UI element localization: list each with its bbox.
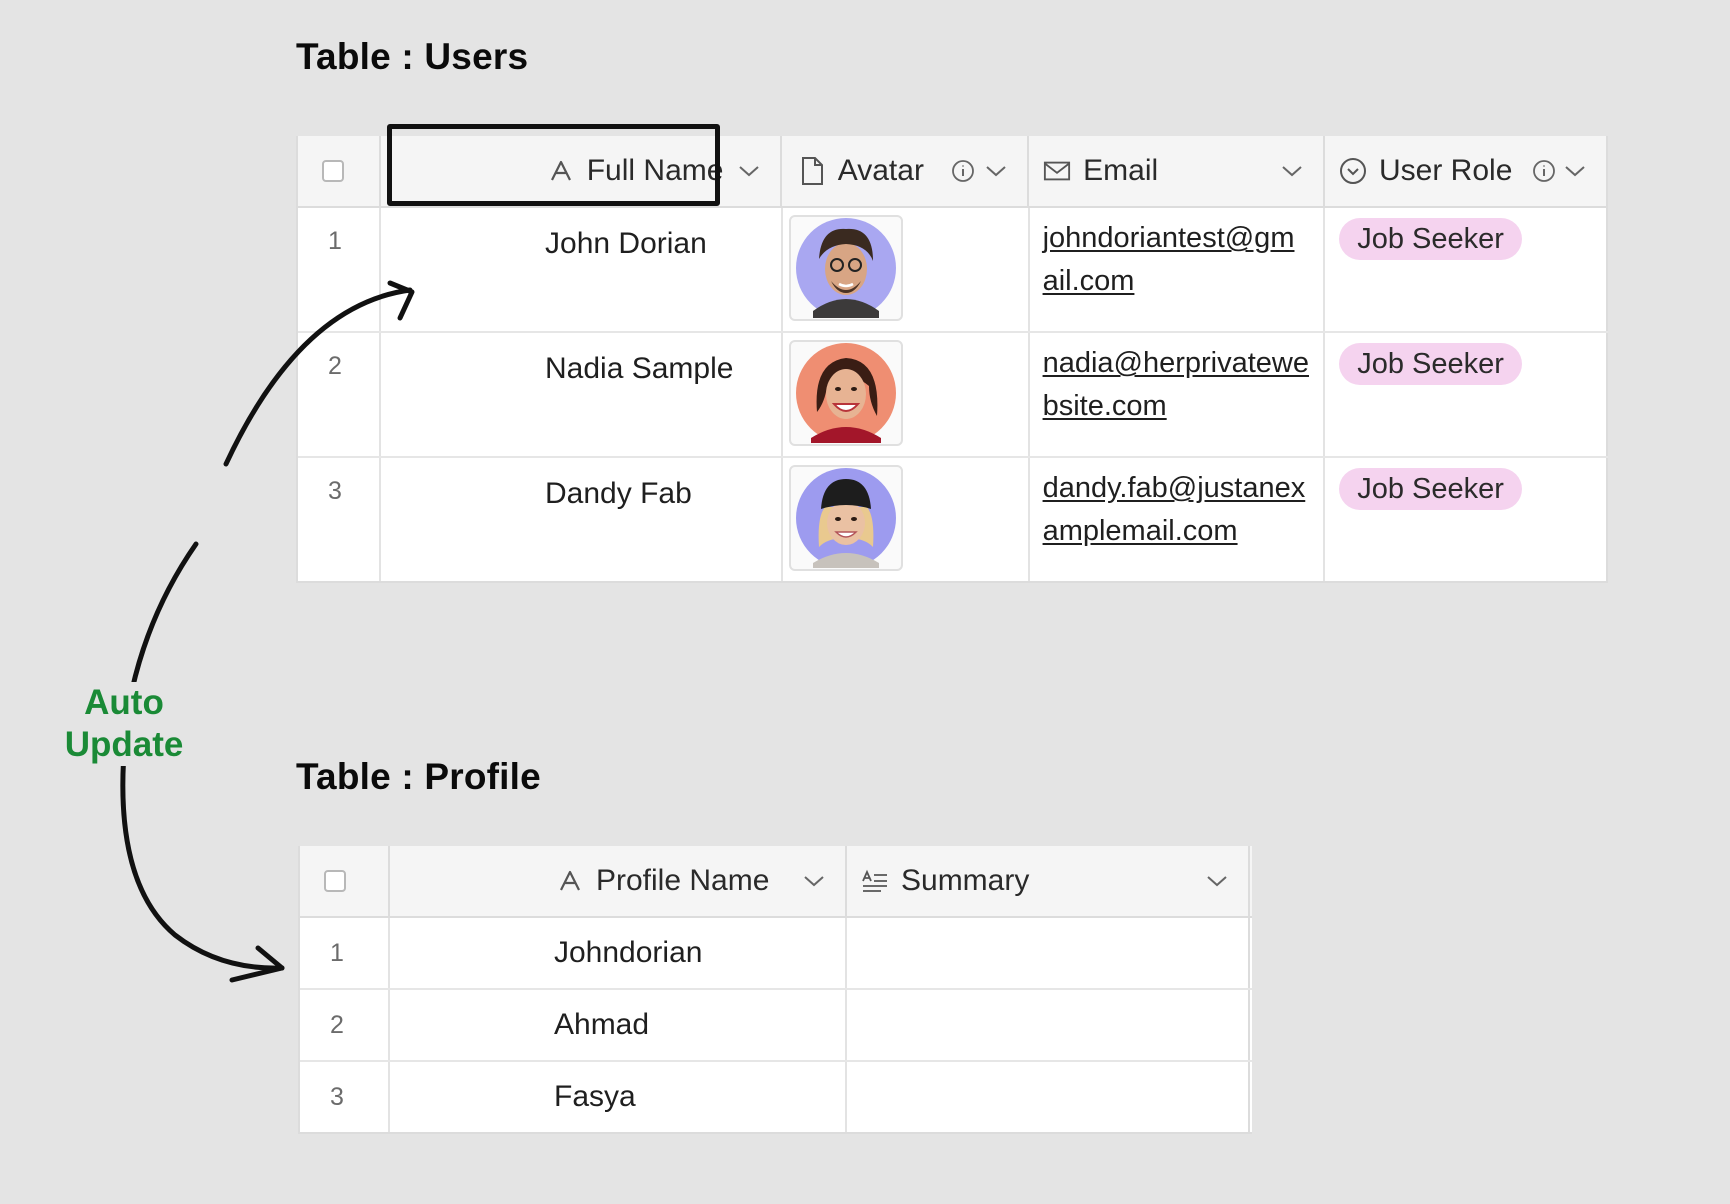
auto-update-arrows	[120, 280, 415, 983]
arrow-to-users-table	[223, 287, 413, 467]
arrowhead-users	[387, 280, 415, 321]
auto-update-line1: Auto	[84, 683, 164, 722]
auto-update-line2: Update	[64, 725, 184, 764]
auto-update-label: Auto Update	[40, 682, 208, 766]
arrow-from-users-table	[129, 541, 199, 693]
